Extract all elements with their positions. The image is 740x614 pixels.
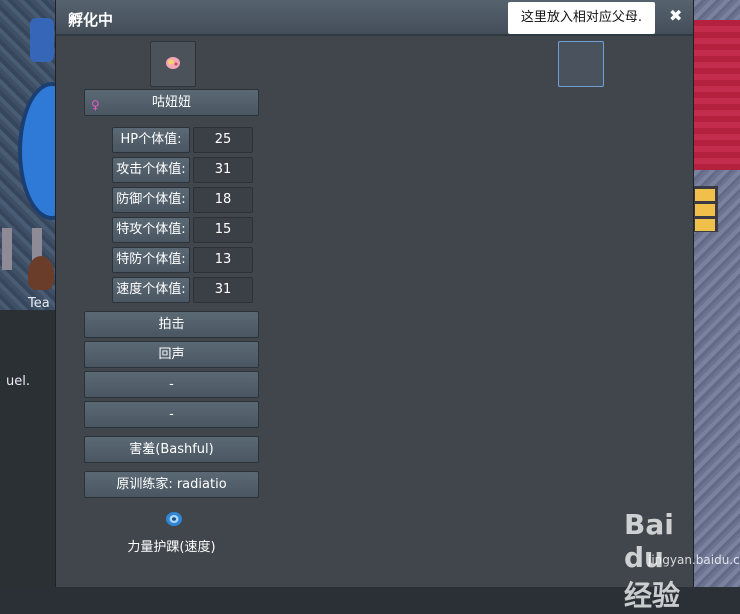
window-title: 孵化中 [68, 11, 114, 29]
pokemon-sprite-icon [166, 57, 180, 69]
stat-label-defense: 防御个体值: [112, 187, 190, 213]
stat-value-sp-attack: 15 [193, 217, 253, 243]
close-icon[interactable]: ✖ [669, 6, 682, 25]
map-pillar [2, 228, 12, 270]
stat-label-sp-defense: 特防个体值: [112, 247, 190, 273]
move-button-4[interactable]: - [84, 401, 259, 428]
move-button-2[interactable]: 回声 [84, 341, 259, 368]
stat-value-defense: 18 [193, 187, 253, 213]
map-window [692, 186, 718, 232]
power-anklet-icon[interactable] [164, 510, 184, 528]
chat-fragment: uel. [6, 374, 30, 389]
pokemon-name-button[interactable]: ♀ 咕妞妞 [84, 89, 259, 116]
nature-button[interactable]: 害羞(Bashful) [84, 436, 259, 463]
stat-label-sp-attack: 特攻个体值: [112, 217, 190, 243]
parent-slot-tooltip: 这里放入相对应父母. [508, 2, 655, 34]
stat-value-speed: 31 [193, 277, 253, 303]
player-name-fragment: Tea [28, 296, 50, 311]
stat-value-attack: 31 [193, 157, 253, 183]
stat-label-hp: HP个体值: [112, 127, 190, 153]
chat-area-background [0, 310, 56, 587]
stat-value-sp-defense: 13 [193, 247, 253, 273]
map-red-roof [692, 20, 740, 170]
move-button-1[interactable]: 拍击 [84, 311, 259, 338]
map-sprite-blue [30, 18, 54, 62]
egg-slot[interactable] [150, 41, 196, 87]
stat-label-speed: 速度个体值: [112, 277, 190, 303]
female-icon: ♀ [91, 98, 100, 112]
pokemon-name: 咕妞妞 [151, 95, 191, 110]
stat-label-attack: 攻击个体值: [112, 157, 190, 183]
daycare-window: 孵化中 ✖ 这里放入相对应父母. ♀ 咕妞妞 HP个体值: 25 攻击个体值: … [55, 0, 740, 612]
player-sprite [28, 256, 54, 290]
held-item-label: 力量护踝(速度) [127, 540, 216, 555]
original-trainer-button[interactable]: 原训练家: radiatio [84, 471, 259, 498]
move-button-3[interactable]: - [84, 371, 259, 398]
baidu-watermark-url: jingyan.baidu.com [648, 553, 740, 567]
parent-slot[interactable] [558, 41, 604, 87]
stat-value-hp: 25 [193, 127, 253, 153]
